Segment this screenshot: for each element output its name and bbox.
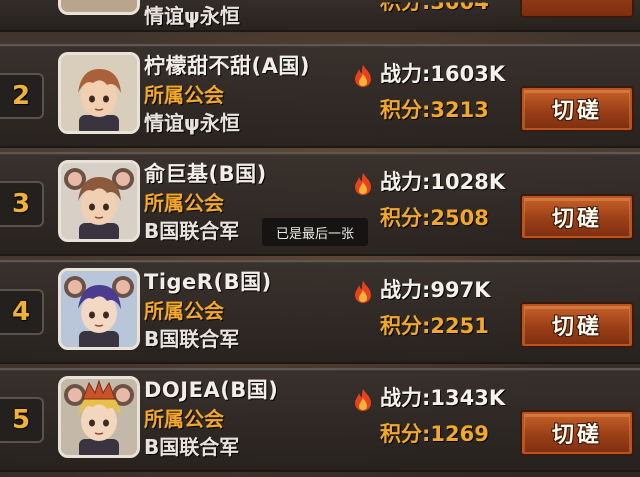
guild-name: 情谊ψ永恒: [144, 111, 240, 135]
player-name: 俞巨基(B国): [144, 162, 267, 186]
guild-name: 情谊ψ永恒: [144, 4, 240, 28]
player-name: 柠檬甜不甜(A国): [144, 54, 310, 78]
rank-number: 3: [0, 181, 44, 227]
duel-button[interactable]: 切磋: [520, 302, 634, 348]
fire-icon: [352, 172, 374, 196]
purple-hair-mouse-avatar[interactable]: [58, 268, 140, 350]
brown-hair-boy-avatar[interactable]: [58, 52, 140, 134]
combat-power: 战力:1603K: [380, 62, 506, 86]
guild-label: 所属公会: [144, 299, 224, 323]
rank-row: 2 柠檬甜不甜(A国) 所属公会 情谊ψ永恒 战力:1603K 积分:3213 …: [0, 44, 640, 148]
guild-label: 所属公会: [144, 83, 224, 107]
combat-power: 战力:1343K: [380, 386, 506, 410]
fire-icon: [352, 64, 374, 88]
player-name: TigeR(B国): [144, 270, 272, 294]
score-text: 积分:2251: [380, 314, 489, 338]
duel-button[interactable]: 切磋: [520, 410, 634, 456]
combat-power: 战力:997K: [380, 278, 491, 302]
score-text: 积分:2508: [380, 206, 489, 230]
guild-label: 所属公会: [144, 407, 224, 431]
guild-name: B国联合军: [144, 435, 240, 459]
duel-button[interactable]: 切磋: [520, 86, 634, 132]
rank-row: 5 DOJEA(B国) 所属公会 B国联合军 战力:1343K 积分:1269 …: [0, 368, 640, 472]
rank-number: 4: [0, 289, 44, 335]
duel-button[interactable]: [520, 0, 634, 18]
fire-icon: [352, 280, 374, 304]
avatar: [58, 0, 140, 15]
score-text: 积分:3213: [380, 98, 489, 122]
score-text: 积分:1269: [380, 422, 489, 446]
guild-name: B国联合军: [144, 327, 240, 351]
rank-row: 4 TigeR(B国) 所属公会 B国联合军 战力:997K 积分:2251 切…: [0, 260, 640, 364]
duel-button[interactable]: 切磋: [520, 194, 634, 240]
rank-number: 2: [0, 73, 44, 119]
crowned-blonde-mouse-avatar[interactable]: [58, 376, 140, 458]
guild-label: 所属公会: [144, 191, 224, 215]
score-text: 积分:3004: [380, 0, 489, 15]
guild-name: B国联合军: [144, 219, 240, 243]
combat-power: 战力:1028K: [380, 170, 506, 194]
toast-message: 已是最后一张: [262, 218, 368, 246]
fire-icon: [352, 388, 374, 412]
player-name: DOJEA(B国): [144, 378, 279, 402]
mouse-ear-boy-avatar[interactable]: [58, 160, 140, 242]
previous-rank-row-partial: 情谊ψ永恒 积分:3004: [0, 0, 640, 32]
rank-number: 5: [0, 397, 44, 443]
